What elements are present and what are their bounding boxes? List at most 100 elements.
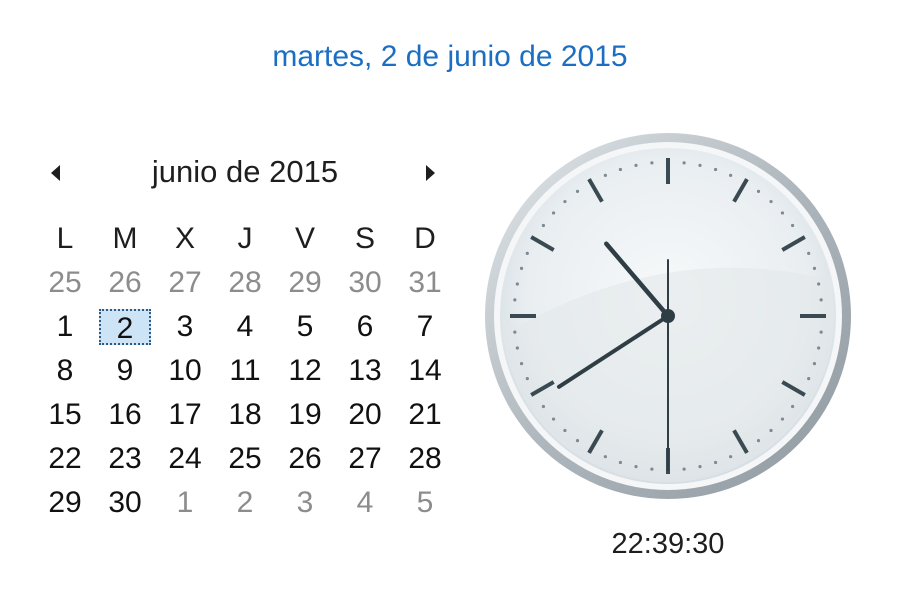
full-date-link[interactable]: martes, 2 de junio de 2015 [0, 40, 900, 74]
calendar-day-other-month[interactable]: 25 [35, 261, 95, 305]
calendar-day-other-month[interactable]: 31 [395, 261, 455, 305]
calendar-day[interactable]: 13 [335, 349, 395, 393]
minute-dot [575, 438, 580, 443]
calendar-day-other-month[interactable]: 29 [275, 261, 335, 305]
calendar-day[interactable]: 12 [275, 349, 335, 393]
minute-dot [780, 211, 785, 215]
calendar-day-number: 28 [228, 266, 262, 299]
calendar-day[interactable]: 5 [275, 305, 335, 349]
calendar-day-number: 25 [48, 266, 82, 299]
minute-dot [575, 189, 580, 194]
calendar-day-other-month[interactable]: 27 [155, 261, 215, 305]
next-month-icon[interactable] [420, 162, 440, 184]
calendar-day[interactable]: 4 [215, 305, 275, 349]
calendar-day[interactable]: 9 [95, 349, 155, 393]
minute-dot [713, 460, 718, 465]
calendar-day[interactable]: 7 [395, 305, 455, 349]
month-year-label[interactable]: junio de 2015 [100, 154, 390, 190]
calendar-day-today[interactable]: 2 [95, 305, 155, 349]
minute-dot [807, 251, 811, 255]
calendar-week-row: 29 30 1 2 3 4 5 [35, 481, 455, 525]
calendar-day[interactable]: 26 [275, 437, 335, 481]
minute-dot [519, 266, 524, 271]
analog-clock [482, 130, 854, 502]
calendar-day-number: 19 [288, 398, 322, 431]
calendar-navigation: junio de 2015 [40, 150, 450, 198]
minute-dot [698, 163, 702, 167]
minute-dot [563, 428, 567, 433]
calendar-day[interactable]: 24 [155, 437, 215, 481]
minute-dot [817, 282, 821, 286]
calendar-week-row: 15 16 17 18 19 20 21 [35, 393, 455, 437]
calendar-day-number: 30 [348, 266, 382, 299]
weekday-label: J [237, 222, 253, 255]
calendar-day-number: 10 [168, 354, 202, 387]
calendar-day-other-month[interactable]: 5 [395, 481, 455, 525]
minute-dot [756, 189, 761, 194]
minute-dot [713, 167, 718, 172]
calendar-day-number: 12 [288, 354, 322, 387]
minute-dot [819, 298, 823, 302]
calendar-day[interactable]: 29 [35, 481, 95, 525]
minute-dot [513, 298, 517, 302]
calendar-day-number: 20 [348, 398, 382, 431]
calendar-day-other-month[interactable]: 4 [335, 481, 395, 525]
calendar-day[interactable]: 20 [335, 393, 395, 437]
weekday-label: M [112, 222, 138, 255]
calendar-day[interactable]: 11 [215, 349, 275, 393]
calendar-day-other-month[interactable]: 1 [155, 481, 215, 525]
minute-dot [769, 199, 773, 204]
calendar-day-number: 16 [108, 398, 142, 431]
analog-clock-face [485, 133, 851, 499]
calendar-week-row: 123 4 5 6 7 [35, 305, 455, 349]
calendar-day[interactable]: 21 [395, 393, 455, 437]
calendar-day[interactable]: 19 [275, 393, 335, 437]
calendar-day[interactable]: 23 [95, 437, 155, 481]
calendar-day-number: 3 [296, 486, 314, 519]
minute-dot [541, 404, 546, 409]
calendar-day-other-month[interactable]: 30 [335, 261, 395, 305]
calendar-day[interactable]: 1 [35, 305, 95, 349]
calendar-day-other-month[interactable]: 28 [215, 261, 275, 305]
calendar-day[interactable]: 30 [95, 481, 155, 525]
calendar-day[interactable]: 25 [215, 437, 275, 481]
calendar-day-other-month[interactable]: 2 [215, 481, 275, 525]
calendar-week-row: 25 26 27 28 29 30 31 [35, 261, 455, 305]
calendar-day-number: 1 [56, 310, 74, 343]
calendar-day-number: 25 [228, 442, 262, 475]
calendar-day[interactable]: 28 [395, 437, 455, 481]
calendar-day-number: 5 [296, 310, 314, 343]
weekday-label: X [174, 222, 195, 255]
calendar-day[interactable]: 27 [335, 437, 395, 481]
calendar-day[interactable]: 22 [35, 437, 95, 481]
calendar-day[interactable]: 15 [35, 393, 95, 437]
weekday-label: V [294, 222, 315, 255]
minute-dot [729, 173, 733, 177]
calendar-day[interactable]: 6 [335, 305, 395, 349]
calendar-week-row: 22 23 24 25 26 27 28 [35, 437, 455, 481]
minute-dot [790, 223, 795, 228]
calendar-day[interactable]: 3 [155, 305, 215, 349]
minute-dot [819, 330, 823, 334]
calendar-day[interactable]: 16 [95, 393, 155, 437]
calendar-day-number: 17 [168, 398, 202, 431]
minute-dot [634, 465, 638, 469]
calendar-day-number: 24 [168, 442, 202, 475]
calendar-day-other-month[interactable]: 3 [275, 481, 335, 525]
minute-dot [817, 346, 821, 350]
calendar-day[interactable]: 10 [155, 349, 215, 393]
calendar-day-number: 7 [416, 310, 434, 343]
previous-month-icon[interactable] [46, 162, 66, 184]
minute-dot [515, 346, 519, 350]
calendar-day-number: 27 [168, 266, 202, 299]
calendar-day[interactable]: 8 [35, 349, 95, 393]
calendar-days: 25 26 27 28 29 30 31 1 2 3 4 5 6 7 8 9 10 11 12 13 14 15 16 17 1… [35, 261, 455, 525]
calendar-day[interactable]: 18 [215, 393, 275, 437]
calendar-day-number: 11 [229, 354, 261, 387]
minute-dot [525, 377, 529, 381]
minute-dot [515, 282, 519, 286]
calendar-day[interactable]: 14 [395, 349, 455, 393]
calendar-day-other-month[interactable]: 26 [95, 261, 155, 305]
calendar-day[interactable]: 17 [155, 393, 215, 437]
calendar-day-number: 29 [48, 486, 82, 519]
